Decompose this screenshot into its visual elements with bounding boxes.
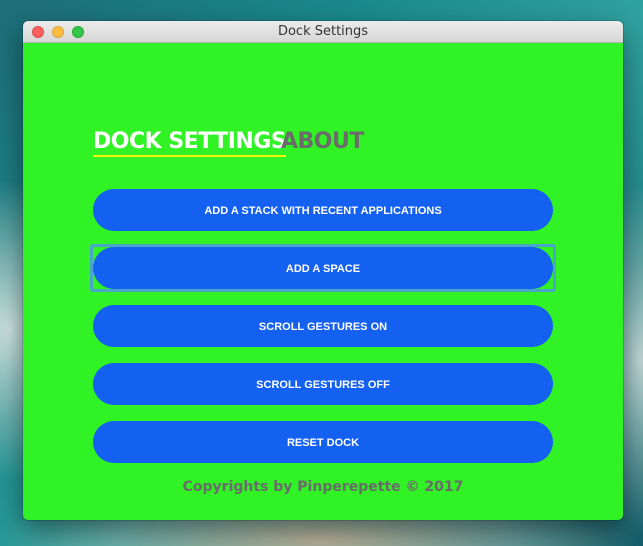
reset-dock-button[interactable]: RESET DOCK <box>93 421 553 463</box>
app-window: Dock Settings DOCK SETTINGS ABOUT ADD A … <box>23 21 623 520</box>
scroll-gestures-on-button[interactable]: SCROLL GESTURES ON <box>93 305 553 347</box>
tab-dock-settings[interactable]: DOCK SETTINGS <box>93 129 287 157</box>
copyright-text: Copyrights by Pinperepette © 2017 <box>182 479 464 495</box>
add-recent-apps-stack-button[interactable]: ADD A STACK WITH RECENT APPLICATIONS <box>93 189 553 231</box>
add-space-button[interactable]: ADD A SPACE <box>93 247 553 289</box>
main-content: DOCK SETTINGS ABOUT ADD A STACK WITH REC… <box>23 43 623 520</box>
window-title: Dock Settings <box>277 24 369 39</box>
scroll-gestures-off-button[interactable]: SCROLL GESTURES OFF <box>93 363 553 405</box>
title-bar[interactable]: Dock Settings <box>23 21 623 43</box>
tab-about[interactable]: ABOUT <box>281 129 364 154</box>
